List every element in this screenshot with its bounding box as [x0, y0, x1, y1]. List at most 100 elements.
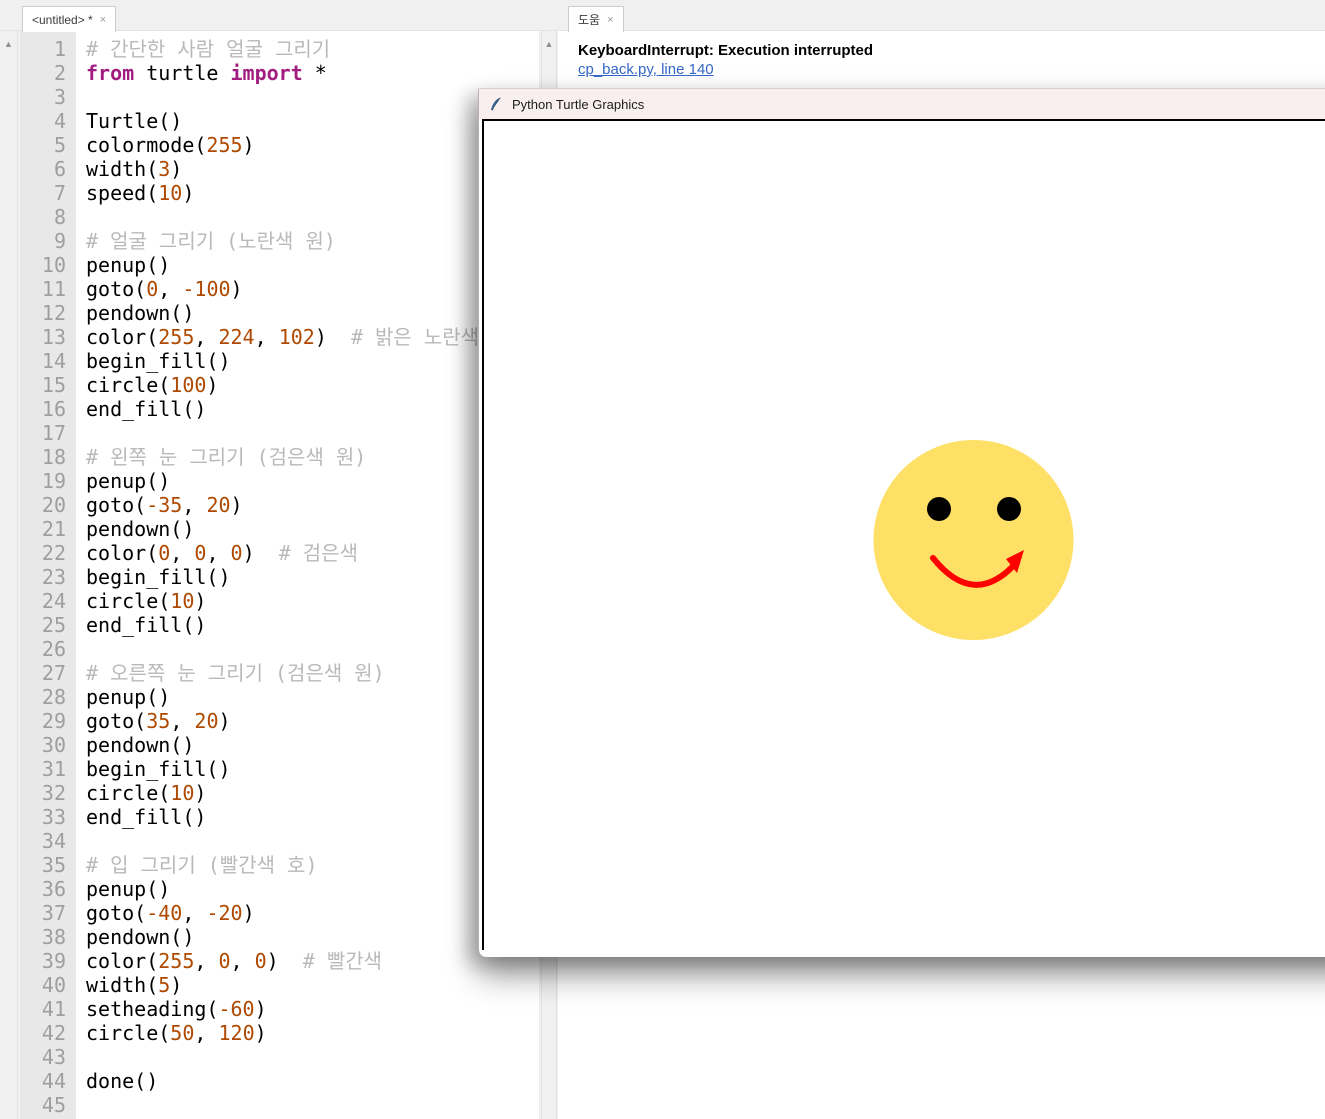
code-line[interactable]: 16 end_fill() [20, 397, 539, 421]
code-line[interactable]: 30 pendown() [20, 733, 539, 757]
scroll-up-icon[interactable]: ▲ [542, 39, 556, 49]
code-line[interactable]: 43 [20, 1045, 539, 1069]
code-line[interactable]: 26 [20, 637, 539, 661]
code-line-text: penup() [86, 685, 171, 709]
line-number: 31 [41, 757, 66, 781]
right-eye [997, 497, 1021, 521]
code-line-text: end_fill() [86, 397, 207, 421]
code-line[interactable]: 38 pendown() [20, 925, 539, 949]
code-line-text: circle(10) [86, 589, 207, 613]
close-icon[interactable]: × [607, 14, 613, 26]
line-number: 13 [41, 325, 66, 349]
smiley-drawing [873, 440, 1074, 640]
line-number: 5 [53, 133, 66, 157]
help-content: KeyboardInterrupt: Execution interrupted… [558, 31, 1325, 79]
line-number: 32 [41, 781, 66, 805]
code-line-text: penup() [86, 469, 171, 493]
code-line[interactable]: 22 color(0, 0, 0) # 검은색 [20, 541, 539, 565]
code-line-text: circle(100) [86, 373, 219, 397]
code-line-text: # 입 그리기 (빨간색 호) [86, 853, 318, 877]
code-line[interactable]: 8 [20, 205, 539, 229]
line-number: 41 [41, 997, 66, 1021]
code-line[interactable]: 45 [20, 1093, 539, 1117]
code-line[interactable]: 33 end_fill() [20, 805, 539, 829]
code-line[interactable]: 31 begin_fill() [20, 757, 539, 781]
line-number: 7 [53, 181, 66, 205]
code-line[interactable]: 5 colormode(255) [20, 133, 539, 157]
line-number: 19 [41, 469, 66, 493]
code-line[interactable]: 10 penup() [20, 253, 539, 277]
code-line-text: color(255, 0, 0) # 빨간색 [86, 949, 383, 973]
line-number: 28 [41, 685, 66, 709]
code-line-text: goto(0, -100) [86, 277, 243, 301]
line-number: 23 [41, 565, 66, 589]
code-line[interactable]: 11 goto(0, -100) [20, 277, 539, 301]
code-line[interactable]: 17 [20, 421, 539, 445]
tab-strip [0, 0, 1325, 31]
editor-tab[interactable]: <untitled> * × [22, 6, 117, 32]
code-line[interactable]: 24 circle(10) [20, 589, 539, 613]
code-line[interactable]: 1 # 간단한 사람 얼굴 그리기 [20, 37, 539, 61]
code-line[interactable]: 20 goto(-35, 20) [20, 493, 539, 517]
code-line[interactable]: 19 penup() [20, 469, 539, 493]
code-lines[interactable]: 1 # 간단한 사람 얼굴 그리기 2 from turtle import * 3 4 T… [20, 37, 539, 1117]
code-line-text: Turtle() [86, 109, 183, 133]
code-line[interactable]: 34 [20, 829, 539, 853]
help-tab[interactable]: 도움 × [568, 6, 624, 32]
code-line[interactable]: 2 from turtle import * [20, 61, 539, 85]
code-line-text: begin_fill() [86, 757, 231, 781]
code-line-text: pendown() [86, 301, 195, 325]
line-number: 25 [41, 613, 66, 637]
code-line[interactable]: 13 color(255, 224, 102) # 밝은 노란색 [20, 325, 539, 349]
code-line-text: width(3) [86, 157, 183, 181]
line-number: 45 [41, 1093, 66, 1117]
code-line[interactable]: 35 # 입 그리기 (빨간색 호) [20, 853, 539, 877]
line-number: 27 [41, 661, 66, 685]
code-line-text: pendown() [86, 517, 195, 541]
code-line[interactable]: 39 color(255, 0, 0) # 빨간색 [20, 949, 539, 973]
error-location-link[interactable]: cp_back.py, line 140 [578, 61, 714, 78]
code-line[interactable]: 9 # 얼굴 그리기 (노란색 원) [20, 229, 539, 253]
code-line[interactable]: 21 pendown() [20, 517, 539, 541]
code-line[interactable]: 40 width(5) [20, 973, 539, 997]
window-title: Python Turtle Graphics [512, 96, 645, 112]
code-line[interactable]: 37 goto(-40, -20) [20, 901, 539, 925]
scroll-up-icon[interactable]: ▲ [0, 39, 17, 49]
code-line[interactable]: 27 # 오른쪽 눈 그리기 (검은색 원) [20, 661, 539, 685]
line-number: 35 [41, 853, 66, 877]
code-line[interactable]: 41 setheading(-60) [20, 997, 539, 1021]
window-titlebar[interactable]: Python Turtle Graphics [479, 89, 1325, 119]
code-line-text: goto(-35, 20) [86, 493, 243, 517]
code-line[interactable]: 4 Turtle() [20, 109, 539, 133]
code-line[interactable]: 28 penup() [20, 685, 539, 709]
code-line[interactable]: 6 width(3) [20, 157, 539, 181]
line-number: 18 [41, 445, 66, 469]
code-line[interactable]: 36 penup() [20, 877, 539, 901]
code-line-text: pendown() [86, 925, 195, 949]
code-line[interactable]: 32 circle(10) [20, 781, 539, 805]
code-line[interactable]: 12 pendown() [20, 301, 539, 325]
line-number: 39 [41, 949, 66, 973]
code-line-text: goto(-40, -20) [86, 901, 255, 925]
code-line[interactable]: 15 circle(100) [20, 373, 539, 397]
left-scrollbar[interactable]: ▲ [0, 31, 18, 1119]
editor-pane[interactable]: 1 # 간단한 사람 얼굴 그리기 2 from turtle import * 3 4 T… [20, 31, 539, 1119]
code-line[interactable]: 29 goto(35, 20) [20, 709, 539, 733]
code-line[interactable]: 23 begin_fill() [20, 565, 539, 589]
code-line[interactable]: 7 speed(10) [20, 181, 539, 205]
close-icon[interactable]: × [100, 14, 106, 26]
line-number: 4 [53, 109, 66, 133]
code-line[interactable]: 44 done() [20, 1069, 539, 1093]
code-line-text: # 간단한 사람 얼굴 그리기 [86, 37, 331, 61]
code-line[interactable]: 42 circle(50, 120) [20, 1021, 539, 1045]
line-number: 33 [41, 805, 66, 829]
code-line[interactable]: 14 begin_fill() [20, 349, 539, 373]
code-line[interactable]: 25 end_fill() [20, 613, 539, 637]
code-line[interactable]: 18 # 왼쪽 눈 그리기 (검은색 원) [20, 445, 539, 469]
line-number: 29 [41, 709, 66, 733]
line-number: 20 [41, 493, 66, 517]
code-line[interactable]: 3 [20, 85, 539, 109]
